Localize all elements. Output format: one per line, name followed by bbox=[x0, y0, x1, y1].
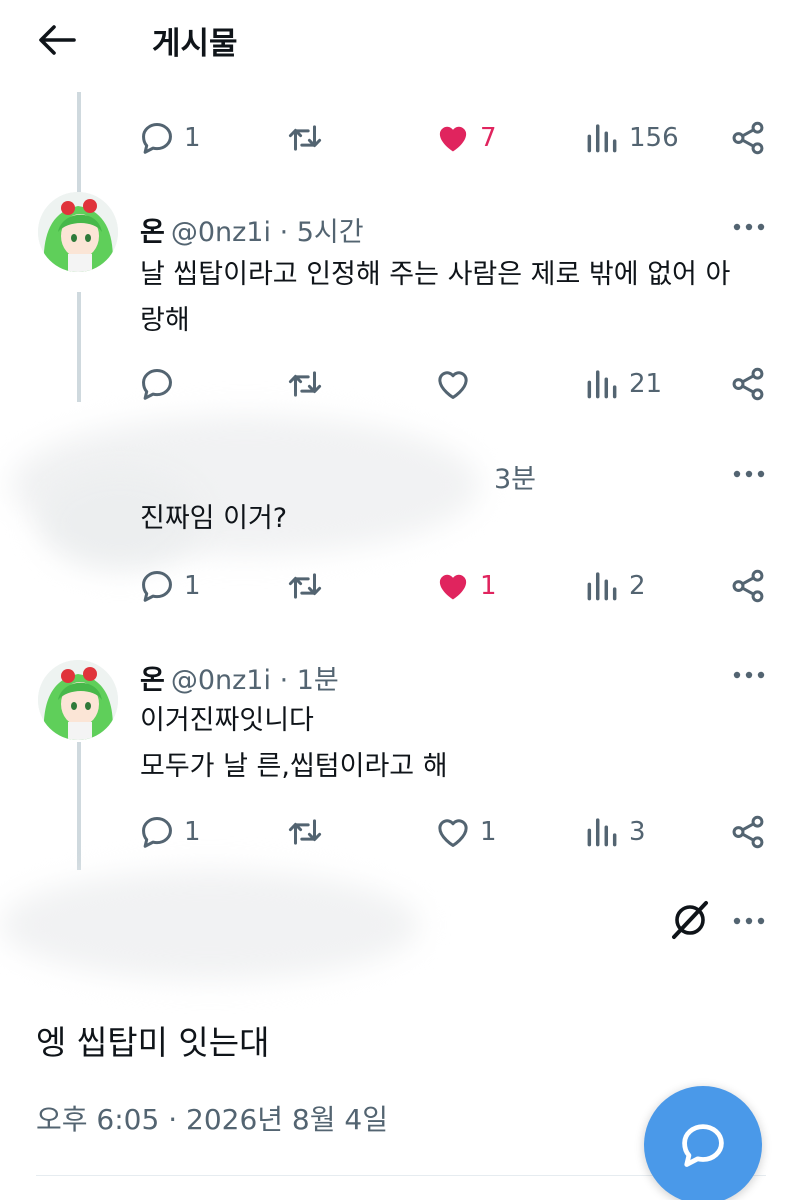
more-dots-icon bbox=[733, 671, 765, 679]
translate-button[interactable] bbox=[668, 898, 712, 942]
reply-count: 1 bbox=[184, 571, 201, 601]
share-icon bbox=[732, 367, 764, 401]
tweet-line: 날 씹탑이라고 인정해 주는 사람은 제로 밖에 없어 아 bbox=[140, 259, 731, 290]
retweet-icon bbox=[288, 371, 322, 397]
views-button[interactable]: 156 bbox=[583, 118, 679, 158]
share-icon bbox=[732, 569, 764, 603]
top-bar: 게시물 bbox=[0, 0, 804, 92]
avatar[interactable] bbox=[38, 660, 118, 740]
reply-icon bbox=[142, 123, 172, 154]
post-timestamp[interactable]: 오후 6:05 · 2026년 8월 4일 bbox=[36, 1098, 388, 1138]
tweet-line: 모두가 날 른,씹텀이라고 해 bbox=[140, 751, 448, 782]
handle[interactable]: @0nz1i bbox=[171, 665, 271, 696]
grok-slash-icon bbox=[672, 901, 708, 939]
views-chart-icon bbox=[587, 124, 617, 153]
time: · 5시간 bbox=[279, 217, 364, 248]
more-dots-icon bbox=[733, 917, 765, 925]
avatar-image bbox=[38, 660, 118, 740]
arrow-left-icon bbox=[39, 25, 76, 55]
views-chart-icon bbox=[587, 818, 617, 847]
compose-reply-icon bbox=[682, 1124, 724, 1167]
reply-button[interactable]: 1 bbox=[138, 118, 201, 158]
reply-count: 1 bbox=[184, 817, 201, 847]
heart-outline-icon bbox=[438, 371, 468, 399]
back-button[interactable] bbox=[34, 22, 78, 58]
like-button[interactable]: 1 bbox=[434, 566, 497, 606]
retweet-button[interactable] bbox=[286, 566, 324, 606]
heart-outline-icon bbox=[438, 819, 468, 847]
more-options-button[interactable] bbox=[726, 459, 772, 489]
handle[interactable]: @0nz1i bbox=[171, 217, 271, 248]
reply-count: 1 bbox=[184, 123, 201, 153]
retweet-icon bbox=[288, 819, 322, 845]
views-count: 156 bbox=[629, 123, 679, 153]
tweet-line: 이거진짜잇니다 bbox=[140, 705, 314, 736]
tweet-meta: 온 @0nz1i · 1분 bbox=[140, 658, 339, 697]
heart-filled-icon bbox=[439, 126, 467, 152]
thread-line bbox=[77, 92, 81, 192]
reply-button[interactable] bbox=[138, 364, 176, 404]
thread-line bbox=[77, 742, 81, 870]
share-button[interactable] bbox=[729, 812, 767, 852]
tweet-text: 이거진짜잇니다 모두가 날 른,씹텀이라고 해 bbox=[140, 698, 448, 790]
redaction-smudge bbox=[0, 870, 420, 980]
heart-filled-icon bbox=[439, 574, 467, 600]
views-chart-icon bbox=[587, 572, 617, 601]
thread-line bbox=[77, 292, 81, 402]
like-count: 1 bbox=[480, 817, 497, 847]
main-post-text: 엥 씹탑미 잇는대 bbox=[36, 1023, 270, 1062]
more-options-button[interactable] bbox=[726, 906, 772, 936]
like-button[interactable] bbox=[434, 364, 472, 404]
share-button[interactable] bbox=[729, 118, 767, 158]
tweet-line: 진짜임 이거? bbox=[140, 503, 288, 534]
time: · 1분 bbox=[279, 665, 339, 696]
like-count: 7 bbox=[480, 123, 497, 153]
share-button[interactable] bbox=[729, 566, 767, 606]
reply-button[interactable]: 1 bbox=[138, 812, 201, 852]
views-button[interactable]: 21 bbox=[583, 364, 662, 404]
tweet-line: 랑해 bbox=[140, 305, 190, 336]
share-icon bbox=[732, 815, 764, 849]
compose-reply-button[interactable] bbox=[644, 1086, 762, 1200]
share-button[interactable] bbox=[729, 364, 767, 404]
retweet-button[interactable] bbox=[286, 812, 324, 852]
avatar[interactable] bbox=[38, 192, 118, 272]
tweet-meta: 3분 bbox=[488, 457, 536, 496]
more-options-button[interactable] bbox=[726, 660, 772, 690]
retweet-button[interactable] bbox=[286, 364, 324, 404]
views-count: 21 bbox=[629, 369, 663, 399]
reply-icon bbox=[142, 817, 172, 848]
views-count: 2 bbox=[629, 571, 646, 601]
more-dots-icon bbox=[733, 470, 765, 478]
tweet-text: 날 씹탑이라고 인정해 주는 사람은 제로 밖에 없어 아 랑해 bbox=[140, 252, 730, 344]
retweet-button[interactable] bbox=[286, 118, 324, 158]
display-name[interactable]: 온 bbox=[140, 665, 165, 696]
tweet-text: 진짜임 이거? bbox=[140, 496, 287, 542]
retweet-icon bbox=[288, 125, 322, 151]
views-button[interactable]: 3 bbox=[583, 812, 646, 852]
reply-icon bbox=[142, 369, 172, 400]
tweet-meta: 온 @0nz1i · 5시간 bbox=[140, 210, 364, 249]
display-name[interactable]: 온 bbox=[140, 217, 165, 248]
reply-icon bbox=[142, 571, 172, 602]
retweet-icon bbox=[288, 573, 322, 599]
time: 3분 bbox=[494, 464, 537, 495]
page-title: 게시물 bbox=[152, 26, 238, 62]
like-button[interactable]: 7 bbox=[434, 118, 497, 158]
views-button[interactable]: 2 bbox=[583, 566, 646, 606]
reply-button[interactable]: 1 bbox=[138, 566, 201, 606]
avatar-image bbox=[38, 192, 118, 272]
like-button[interactable]: 1 bbox=[434, 812, 497, 852]
more-options-button[interactable] bbox=[726, 212, 772, 242]
share-icon bbox=[732, 121, 764, 155]
views-chart-icon bbox=[587, 370, 617, 399]
like-count: 1 bbox=[480, 571, 497, 601]
views-count: 3 bbox=[629, 817, 646, 847]
more-dots-icon bbox=[733, 223, 765, 231]
